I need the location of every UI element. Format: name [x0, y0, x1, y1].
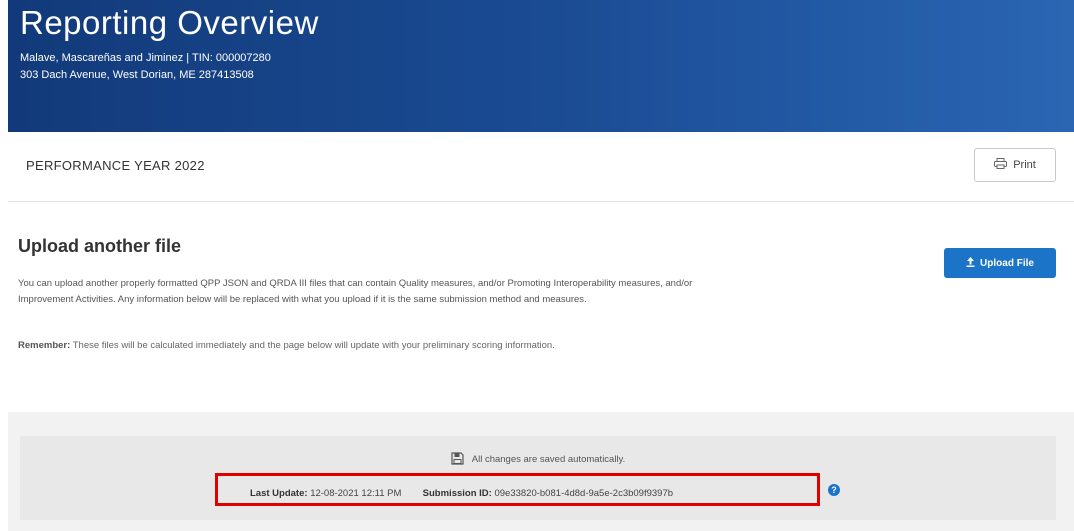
print-button[interactable]: Print: [974, 148, 1056, 182]
last-update-value: 12-08-2021 12:11 PM: [310, 488, 402, 499]
page-title: Reporting Overview: [20, 4, 319, 41]
upload-file-button[interactable]: Upload File: [944, 248, 1056, 278]
upload-arrow-icon: [966, 256, 975, 270]
autosave-notice: All changes are saved automatically.: [20, 452, 1056, 468]
practice-info: Malave, Mascareñas and Jiminez | TIN: 00…: [20, 50, 1074, 84]
info-icon[interactable]: ?: [828, 484, 840, 496]
remember-label: Remember:: [18, 340, 71, 351]
submission-id-label: Submission ID:: [422, 488, 492, 499]
save-status-box: All changes are saved automatically. Las…: [20, 436, 1056, 520]
upload-file-button-label: Upload File: [980, 257, 1034, 269]
upload-title: Upload another file: [18, 236, 182, 256]
upload-description: You can upload another properly formatte…: [18, 278, 693, 305]
page-header: Reporting Overview Malave, Mascareñas an…: [8, 0, 1074, 132]
save-disk-icon: [451, 452, 464, 468]
remember-text: These files will be calculated immediate…: [70, 340, 555, 351]
print-button-label: Print: [1013, 159, 1036, 171]
last-update-label: Last Update:: [250, 488, 308, 499]
submission-meta: Last Update: 12-08-2021 12:11 PM Submiss…: [250, 488, 673, 499]
submission-id-value: 09e33820-b081-4d8d-9a5e-2c3b09f9397b: [494, 488, 674, 499]
practice-name-tin: Malave, Mascareñas and Jiminez | TIN: 00…: [20, 52, 271, 64]
autosave-text: All changes are saved automatically.: [471, 454, 626, 465]
performance-year-title: PERFORMANCE YEAR 2022: [26, 158, 205, 173]
footer-area: All changes are saved automatically. Las…: [8, 412, 1074, 531]
performance-year-bar: PERFORMANCE YEAR 2022 Print: [8, 132, 1074, 202]
upload-section: Upload another file You can upload anoth…: [8, 202, 1074, 412]
printer-icon: [994, 158, 1008, 172]
practice-address: 303 Dach Avenue, West Dorian, ME 2874135…: [20, 69, 254, 81]
upload-remember-note: Remember: These files will be calculated…: [18, 338, 688, 354]
